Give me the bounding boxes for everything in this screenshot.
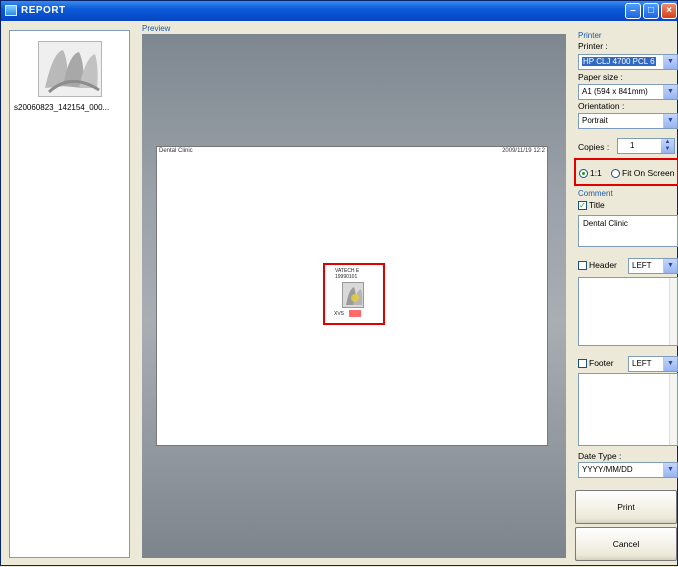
preview-image-item[interactable]: VATECH E 19990101 XVS	[323, 263, 385, 325]
header-checkbox[interactable]: Header	[578, 260, 617, 271]
title-checkbox-label: Title	[589, 200, 605, 210]
header-align-value: LEFT	[632, 261, 652, 270]
header-checkbox-label: Header	[589, 260, 617, 270]
printer-section-label: Printer	[578, 31, 602, 40]
item-label-line2: 19990101	[335, 274, 358, 280]
chevron-down-icon[interactable]: ▼	[663, 357, 677, 371]
radio-label-one-to-one: 1:1	[590, 168, 602, 178]
footer-checkbox-label: Footer	[589, 358, 614, 368]
header-scrollbar[interactable]	[669, 278, 677, 345]
chevron-down-icon[interactable]: ▼	[663, 259, 677, 273]
title-text-field[interactable]: Dental Clinic	[578, 215, 678, 247]
copies-label: Copies :	[578, 142, 610, 152]
checkbox-icon	[578, 261, 587, 271]
item-footer-text: XVS	[334, 311, 345, 317]
footer-checkbox[interactable]: Footer	[578, 358, 614, 369]
radio-one-to-one[interactable]: 1:1	[579, 168, 602, 179]
maximize-button[interactable]: □	[643, 3, 659, 19]
item-marker	[349, 310, 361, 317]
thumbnail-list[interactable]: s20060823_142154_000...	[9, 30, 130, 558]
paper-size-select[interactable]: A1 (594 x 841mm) ▼	[578, 84, 678, 100]
chevron-down-icon[interactable]: ▼	[663, 55, 677, 69]
chevron-down-icon[interactable]: ▼	[663, 85, 677, 99]
radio-selected-icon	[579, 169, 588, 179]
orientation-value: Portrait	[582, 116, 608, 125]
chevron-down-icon[interactable]: ▼	[663, 463, 677, 477]
title-text-value: Dental Clinic	[583, 219, 628, 228]
printer-label: Printer :	[578, 41, 608, 51]
page-date: 2009/11/19 12:2	[502, 148, 545, 154]
header-align-select[interactable]: LEFT ▼	[628, 258, 678, 274]
page-clinic-title: Dental Clinic	[159, 148, 193, 154]
print-button[interactable]: Print	[575, 490, 677, 524]
xray-thumbnail-image	[38, 41, 102, 97]
date-type-label: Date Type :	[578, 451, 622, 461]
title-bar[interactable]: REPORT – □ ×	[1, 1, 677, 21]
comment-section-label: Comment	[578, 189, 613, 198]
radio-label-fit-on-screen: Fit On Screen	[622, 168, 675, 178]
printer-select[interactable]: HP CLJ 4700 PCL 6 ▼	[578, 54, 678, 70]
xray-preview-image	[342, 282, 364, 308]
scale-options: 1:1 Fit On Screen	[574, 158, 678, 186]
app-icon	[5, 5, 17, 16]
footer-text-field[interactable]	[578, 373, 678, 446]
printer-value: HP CLJ 4700 PCL 6	[582, 57, 656, 66]
chevron-down-icon[interactable]: ▼	[663, 114, 677, 128]
footer-scrollbar[interactable]	[669, 374, 677, 445]
radio-icon	[611, 169, 620, 179]
header-text-field[interactable]	[578, 277, 678, 346]
spinner-arrows-icon[interactable]: ▲ ▼	[661, 139, 674, 153]
report-window: REPORT – □ × s20060823_142154_000... Pre…	[0, 0, 678, 566]
window-title: REPORT	[21, 5, 66, 16]
orientation-select[interactable]: Portrait ▼	[578, 113, 678, 129]
copies-value: 1	[630, 141, 635, 150]
date-type-select[interactable]: YYYY/MM/DD ▼	[578, 462, 678, 478]
paper-size-label: Paper size :	[578, 72, 623, 82]
title-checkbox[interactable]: ✓ Title	[578, 200, 605, 211]
preview-label: Preview	[142, 24, 171, 33]
preview-area: Dental Clinic 2009/11/19 12:2 VATECH E 1…	[142, 34, 566, 558]
footer-align-select[interactable]: LEFT ▼	[628, 356, 678, 372]
settings-panel: Printer Printer : HP CLJ 4700 PCL 6 ▼ Pa…	[571, 24, 678, 567]
copies-stepper[interactable]: 1 ▲ ▼	[617, 138, 675, 154]
preview-page: Dental Clinic 2009/11/19 12:2 VATECH E 1…	[156, 146, 548, 446]
checkbox-icon	[578, 359, 587, 369]
paper-size-value: A1 (594 x 841mm)	[582, 87, 648, 96]
cancel-button[interactable]: Cancel	[575, 527, 677, 561]
close-button[interactable]: ×	[661, 3, 677, 19]
date-type-value: YYYY/MM/DD	[582, 465, 633, 474]
orientation-label: Orientation :	[578, 101, 625, 111]
radio-fit-on-screen[interactable]: Fit On Screen	[611, 168, 675, 179]
footer-align-value: LEFT	[632, 359, 652, 368]
thumbnail-caption: s20060823_142154_000...	[14, 103, 110, 112]
checkmark-icon: ✓	[578, 201, 587, 211]
minimize-button[interactable]: –	[625, 3, 641, 19]
